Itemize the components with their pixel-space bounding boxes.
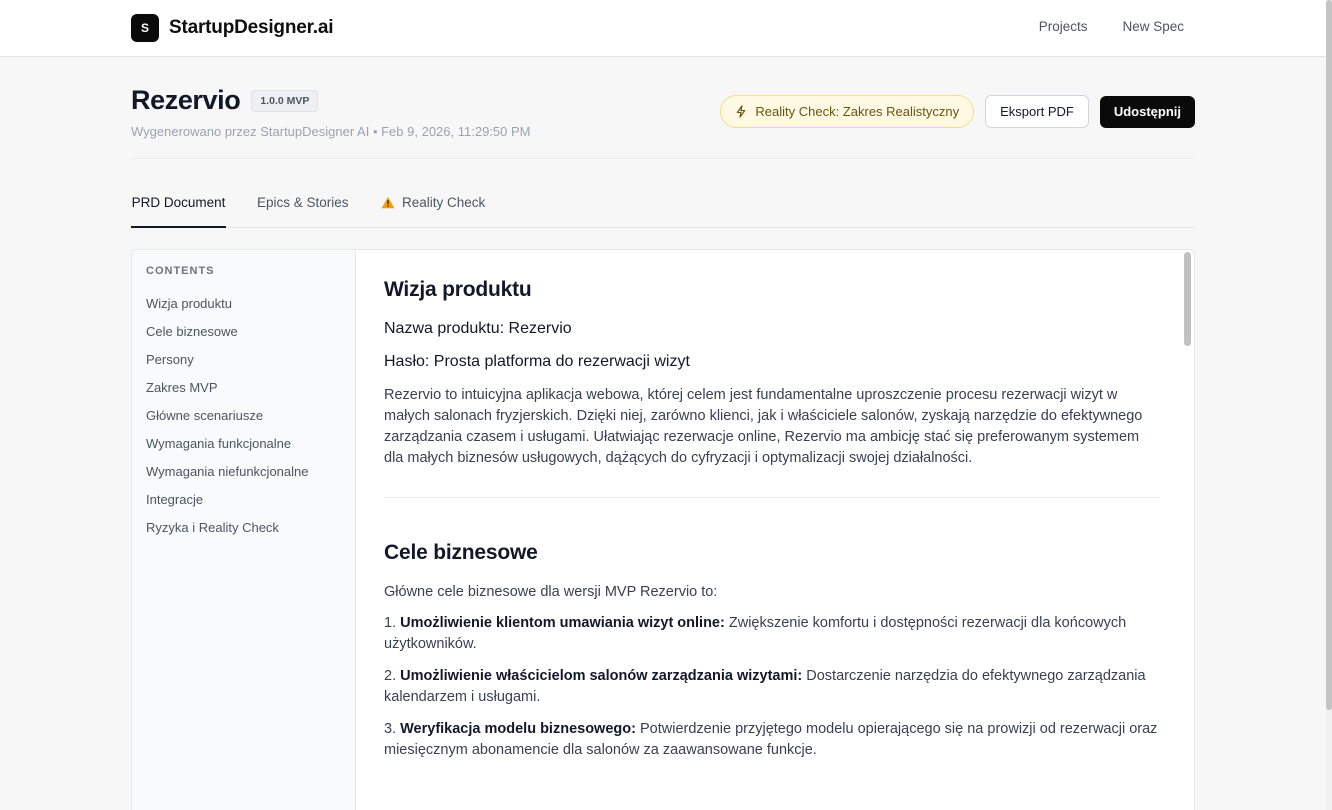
nav-projects-link[interactable]: Projects bbox=[1039, 19, 1088, 34]
toc-item-wymagania-funkcjonalne[interactable]: Wymagania funkcjonalne bbox=[146, 435, 308, 463]
toc-heading: CONTENTS bbox=[146, 265, 215, 277]
reality-check-pill[interactable]: Reality Check: Zakres Realistyczny bbox=[720, 95, 975, 128]
content-scrollbar-thumb[interactable] bbox=[1184, 252, 1191, 346]
nav-new-spec-link[interactable]: New Spec bbox=[1122, 19, 1184, 34]
tab-reality-check[interactable]: Reality Check bbox=[381, 195, 485, 228]
section-heading-vision: Wizja produktu bbox=[384, 278, 532, 301]
goal-item: 1. Umożliwienie klientom umawiania wizyt… bbox=[384, 613, 1160, 655]
goal-number: 1. bbox=[384, 615, 397, 631]
goal-title: Umożliwienie klientom umawiania wizyt on… bbox=[400, 615, 725, 631]
tab-label: PRD Document bbox=[131, 195, 226, 210]
goals-intro: Główne cele biznesowe dla wersji MVP Rez… bbox=[384, 584, 718, 600]
reality-check-label: Reality Check: Zakres Realistyczny bbox=[755, 104, 960, 119]
warning-triangle-icon bbox=[381, 196, 395, 209]
export-pdf-button[interactable]: Eksport PDF bbox=[985, 95, 1089, 128]
goal-item: 2. Umożliwienie właścicielom salonów zar… bbox=[384, 666, 1160, 708]
table-of-contents: CONTENTS Wizja produktu Cele biznesowe P… bbox=[132, 250, 356, 810]
brand-logo[interactable]: S StartupDesigner.ai bbox=[131, 14, 333, 42]
slogan-line: Hasło: Prosta platforma do rezerwacji wi… bbox=[384, 353, 690, 370]
tab-prd-document[interactable]: PRD Document bbox=[131, 195, 226, 228]
toc-item-persony[interactable]: Persony bbox=[146, 351, 308, 379]
toc-item-cele-biznesowe[interactable]: Cele biznesowe bbox=[146, 323, 308, 351]
goal-title: Weryfikacja modelu biznesowego: bbox=[400, 721, 636, 737]
goal-title: Umożliwienie właścicielom salonów zarząd… bbox=[400, 668, 803, 684]
tab-bar: PRD Document Epics & Stories Reality Che… bbox=[131, 180, 1195, 228]
toc-item-zakres-mvp[interactable]: Zakres MVP bbox=[146, 379, 308, 407]
share-button[interactable]: Udostępnij bbox=[1099, 95, 1195, 128]
section-divider bbox=[384, 497, 1160, 498]
spec-header: Rezervio 1.0.0 MVP Wygenerowano przez St… bbox=[131, 85, 1195, 159]
vision-paragraph: Rezervio to intuicyjna aplikacja webowa,… bbox=[384, 387, 1143, 466]
version-badge: 1.0.0 MVP bbox=[251, 89, 319, 112]
page-scrollbar[interactable] bbox=[1326, 0, 1332, 810]
lightning-bolt-icon bbox=[737, 105, 746, 118]
top-nav: Projects New Spec bbox=[1039, 19, 1184, 34]
section-heading-goals: Cele biznesowe bbox=[384, 541, 538, 564]
toc-item-glowne-scenariusze[interactable]: Główne scenariusze bbox=[146, 407, 308, 435]
toc-item-wizja-produktu[interactable]: Wizja produktu bbox=[146, 295, 308, 323]
toc-list: Wizja produktu Cele biznesowe Persony Za… bbox=[146, 295, 308, 547]
goal-item: 3. Weryfikacja modelu biznesowego: Potwi… bbox=[384, 719, 1160, 761]
tab-epics-stories[interactable]: Epics & Stories bbox=[257, 195, 349, 228]
page-title: Rezervio bbox=[131, 85, 241, 115]
logo-mark: S bbox=[131, 14, 159, 42]
page-scrollbar-thumb[interactable] bbox=[1326, 0, 1332, 710]
toc-item-wymagania-niefunkcjonalne[interactable]: Wymagania niefunkcjonalne bbox=[146, 463, 308, 491]
tab-label: Epics & Stories bbox=[257, 195, 349, 210]
prd-panel: CONTENTS Wizja produktu Cele biznesowe P… bbox=[131, 249, 1195, 810]
prd-document-content: Wizja produktu Nazwa produktu: Rezervio … bbox=[384, 278, 1160, 772]
goal-number: 3. bbox=[384, 721, 397, 737]
brand-name: StartupDesigner.ai bbox=[169, 17, 334, 38]
header-actions: Reality Check: Zakres Realistyczny Ekspo… bbox=[720, 95, 1195, 128]
goal-number: 2. bbox=[384, 668, 397, 684]
top-navbar: S StartupDesigner.ai Projects New Spec bbox=[0, 0, 1326, 57]
product-name-line: Nazwa produktu: Rezervio bbox=[384, 320, 572, 337]
tab-label: Reality Check bbox=[402, 195, 486, 210]
toc-item-integracje[interactable]: Integracje bbox=[146, 491, 308, 519]
toc-item-ryzyka[interactable]: Ryzyka i Reality Check bbox=[146, 519, 308, 547]
